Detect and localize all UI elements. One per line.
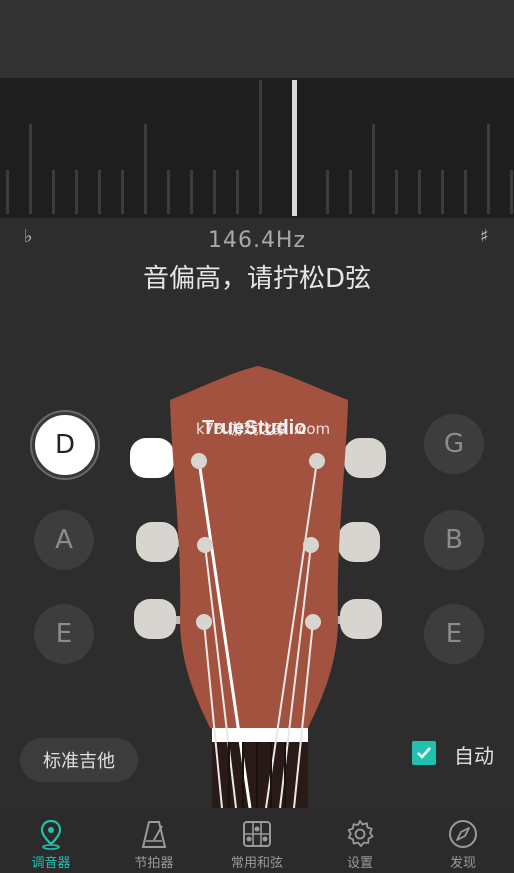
string-note-label: D — [54, 430, 76, 460]
string-button-e-high[interactable]: E — [424, 604, 484, 664]
tuner-pin-icon — [40, 819, 62, 850]
tab-chords[interactable]: 常用和弦 — [206, 808, 308, 873]
tab-label: 节拍器 — [134, 856, 174, 871]
string-note-label: E — [55, 619, 73, 649]
chord-grid-icon — [243, 821, 271, 847]
string-button-g[interactable]: G — [424, 414, 484, 474]
string-note-label: E — [445, 619, 463, 649]
string-button-a[interactable]: A — [34, 510, 94, 570]
auto-mode-label: 自动 — [454, 744, 494, 768]
guitar-headstock-illustration: TrueStudio — [130, 366, 386, 808]
string-note-label: A — [55, 525, 73, 555]
metronome-icon — [141, 821, 167, 848]
string-button-d[interactable]: D — [32, 412, 98, 478]
tab-label: 设置 — [346, 856, 373, 871]
tab-tuner[interactable]: 调音器 — [0, 808, 102, 873]
tab-settings[interactable]: 设置 — [309, 808, 411, 873]
string-note-label: B — [445, 525, 463, 555]
tab-label: 调音器 — [31, 856, 71, 871]
tab-label: 发现 — [449, 856, 476, 871]
auto-mode-checkbox[interactable] — [412, 741, 436, 765]
string-note-label: G — [443, 429, 465, 459]
watermark: k73 游戏之家 .com — [196, 420, 331, 438]
gear-icon — [347, 820, 374, 847]
tab-discover[interactable]: 发现 — [412, 808, 514, 873]
tuning-preset-button[interactable]: 标准吉他 — [20, 738, 138, 782]
bottom-tab-bar: 调音器 节拍器 常用和弦 设置 发现 — [0, 808, 514, 873]
string-button-e-low[interactable]: E — [34, 604, 94, 664]
checkmark-icon — [417, 747, 431, 759]
tab-label: 常用和弦 — [230, 856, 283, 871]
tab-metronome[interactable]: 节拍器 — [103, 808, 205, 873]
string-button-b[interactable]: B — [424, 510, 484, 570]
compass-icon — [449, 820, 477, 848]
